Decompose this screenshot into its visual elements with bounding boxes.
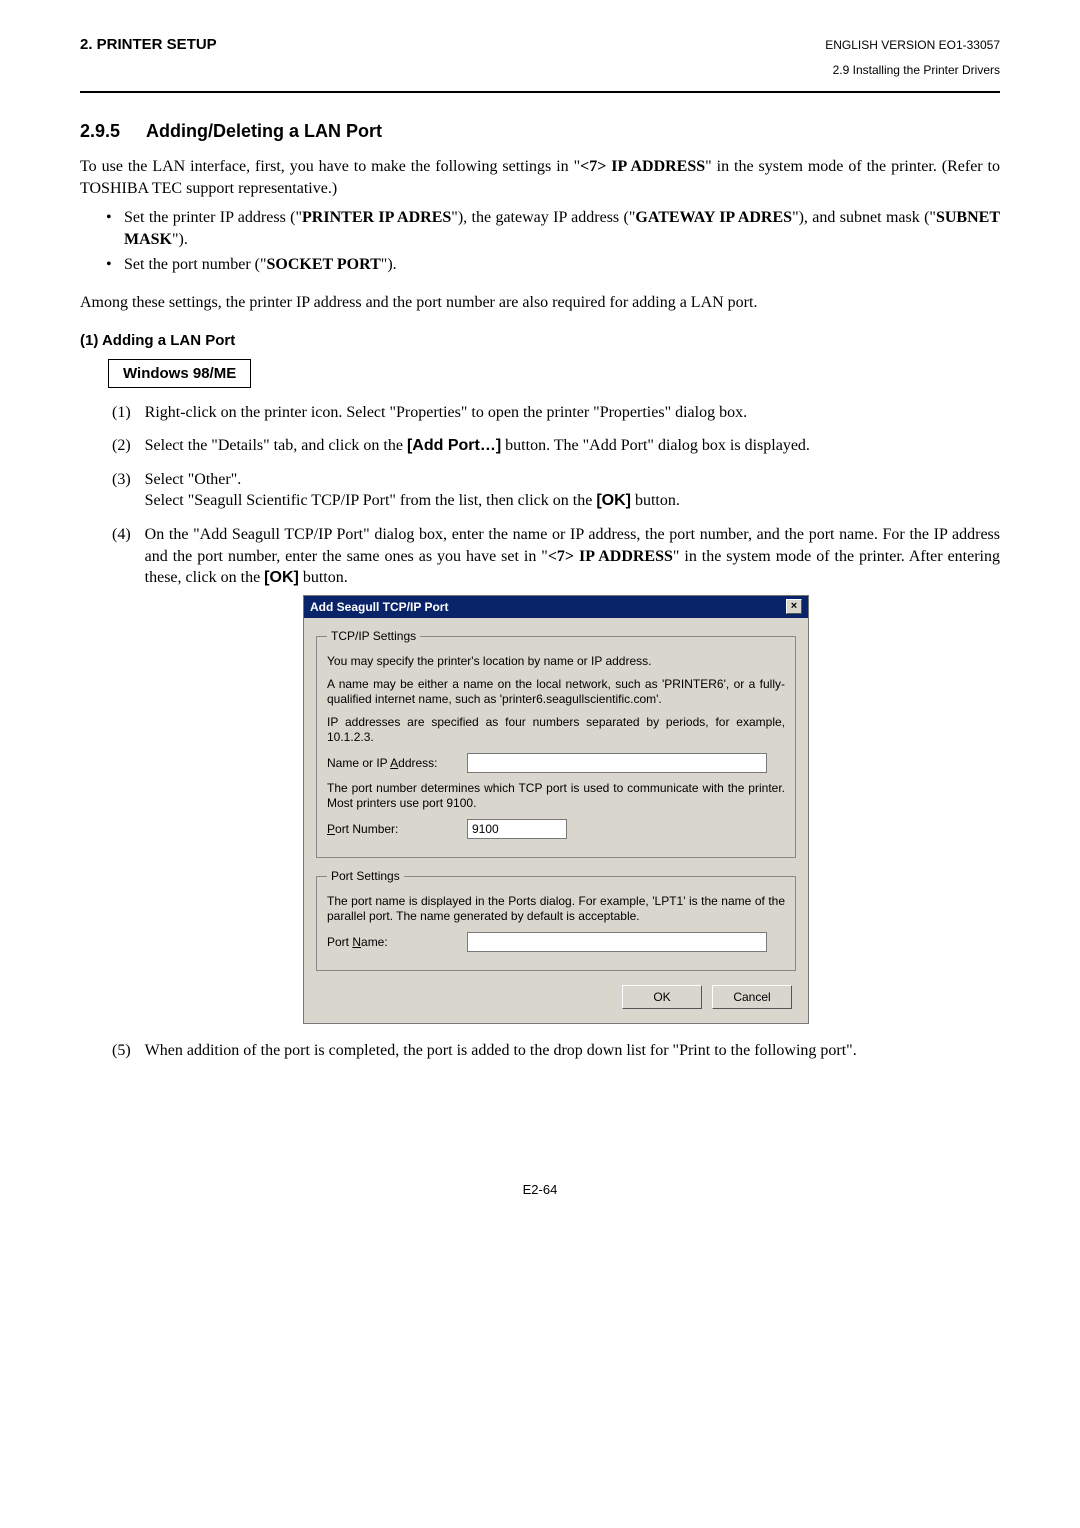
port-number-input[interactable] bbox=[467, 819, 567, 839]
step-5: When addition of the port is completed, … bbox=[145, 1040, 1000, 1062]
dialog-text-3: IP addresses are specified as four numbe… bbox=[327, 715, 785, 745]
page-footer: E2-64 bbox=[80, 1182, 1000, 1197]
step-4: On the "Add Seagull TCP/IP Port" dialog … bbox=[145, 524, 1000, 589]
step-2: Select the "Details" tab, and click on t… bbox=[145, 435, 1000, 457]
add-port-dialog: Add Seagull TCP/IP Port × TCP/IP Setting… bbox=[303, 595, 809, 1025]
port-name-label: Port Name: bbox=[327, 934, 457, 950]
step-number-4: (4) bbox=[112, 524, 131, 589]
sub-heading: (1) Adding a LAN Port bbox=[80, 332, 1000, 349]
dialog-text-1: You may specify the printer's location b… bbox=[327, 654, 785, 669]
close-icon[interactable]: × bbox=[786, 599, 802, 614]
section-number: 2.9.5 bbox=[80, 121, 120, 142]
tcpip-legend: TCP/IP Settings bbox=[327, 628, 420, 644]
tcpip-settings-group: TCP/IP Settings You may specify the prin… bbox=[316, 628, 796, 858]
step-3: Select "Other". Select "Seagull Scientif… bbox=[145, 469, 1000, 512]
dialog-text-4: The port number determines which TCP por… bbox=[327, 781, 785, 811]
step-number-5: (5) bbox=[112, 1040, 131, 1062]
header-chapter: 2. PRINTER SETUP bbox=[80, 36, 217, 53]
bullet-item-1: Set the printer IP address ("PRINTER IP … bbox=[124, 207, 1000, 250]
step-number-3: (3) bbox=[112, 469, 131, 512]
step-number-2: (2) bbox=[112, 435, 131, 457]
port-name-input[interactable] bbox=[467, 932, 767, 952]
step-1: Right-click on the printer icon. Select … bbox=[145, 402, 1000, 424]
cancel-button[interactable]: Cancel bbox=[712, 985, 792, 1009]
header-version: ENGLISH VERSION EO1-33057 bbox=[825, 38, 1000, 52]
header-rule bbox=[80, 91, 1000, 93]
port-number-label: Port Number: bbox=[327, 821, 457, 837]
intro-paragraph-2: Among these settings, the printer IP add… bbox=[80, 292, 1000, 314]
step-number-1: (1) bbox=[112, 402, 131, 424]
header-sub: 2.9 Installing the Printer Drivers bbox=[80, 63, 1000, 77]
ip-address-input[interactable] bbox=[467, 753, 767, 773]
section-title: Adding/Deleting a LAN Port bbox=[146, 121, 382, 141]
dialog-text-2: A name may be either a name on the local… bbox=[327, 677, 785, 707]
os-box: Windows 98/ME bbox=[108, 359, 251, 388]
port-settings-group: Port Settings The port name is displayed… bbox=[316, 868, 796, 971]
intro-paragraph-1: To use the LAN interface, first, you hav… bbox=[80, 156, 1000, 199]
bullet-item-2: Set the port number ("SOCKET PORT"). bbox=[124, 254, 1000, 276]
dialog-title: Add Seagull TCP/IP Port bbox=[310, 599, 448, 615]
ok-button[interactable]: OK bbox=[622, 985, 702, 1009]
ip-address-label: Name or IP Address: bbox=[327, 755, 457, 771]
dialog-text-5: The port name is displayed in the Ports … bbox=[327, 894, 785, 924]
port-settings-legend: Port Settings bbox=[327, 868, 404, 884]
